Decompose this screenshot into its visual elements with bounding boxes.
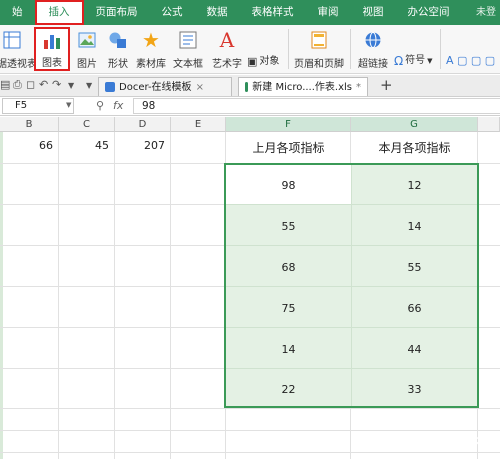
column-header-e[interactable]: E xyxy=(171,117,226,132)
cell-b1[interactable]: 66 xyxy=(0,139,59,152)
ribbon-toolbar: 数据透视表 图表 图片 形状 ★ 素材库 文本框 A 艺术字 ▣ 对象 xyxy=(0,25,500,92)
redo-icon[interactable]: ↷ xyxy=(52,78,61,91)
cell-c1[interactable]: 45 xyxy=(59,139,115,152)
shape-label: 形状 xyxy=(108,59,128,70)
tab-spreadsheet-label: 新建 Micro....作表.xls xyxy=(252,81,352,93)
quick-access-dropdown-icon[interactable]: ▼ xyxy=(68,81,74,90)
zoom-icon[interactable]: ⚲ xyxy=(96,99,104,112)
name-box-dropdown-icon[interactable]: ▼ xyxy=(66,101,71,109)
pivot-table-button[interactable]: 数据透视表 xyxy=(0,27,37,71)
column-header-g[interactable]: G xyxy=(351,117,478,132)
grid-line xyxy=(58,132,59,459)
omega-icon: Ω xyxy=(394,54,404,68)
ribbon-separator xyxy=(350,29,351,69)
menu-review[interactable]: 审阅 xyxy=(306,0,351,25)
material-library-label: 素材库 xyxy=(136,59,166,70)
hyperlink-button[interactable]: 超链接 xyxy=(355,27,391,71)
material-library-button[interactable]: ★ 素材库 xyxy=(136,27,166,71)
tab-spreadsheet[interactable]: 新建 Micro....作表.xls * xyxy=(238,77,368,96)
header-footer-label: 页眉和页脚 xyxy=(294,59,344,70)
document-tab-bar: ▤ ⎙ ◻ ↶ ↷ ▼ ▼ Docer-在线模板 × 新建 Micro....作… xyxy=(0,75,500,97)
cell-name-box[interactable]: F5 xyxy=(2,98,74,114)
grid-line xyxy=(0,452,500,453)
textbox-button[interactable]: 文本框 xyxy=(170,27,206,71)
symbol-button[interactable]: Ω 符号 ▼ xyxy=(394,52,433,70)
pivot-table-icon xyxy=(1,29,23,51)
grid-line xyxy=(0,408,500,409)
menu-page-layout[interactable]: 页面布局 xyxy=(84,0,150,25)
text-format-icon[interactable]: A ▢ ▢ ▢ xyxy=(446,52,495,70)
column-header-c[interactable]: C xyxy=(59,117,115,132)
new-tab-button[interactable]: + xyxy=(380,76,393,94)
column-header-f[interactable]: F xyxy=(226,117,351,132)
chart-icon xyxy=(41,31,63,50)
wordart-button[interactable]: A 艺术字 xyxy=(212,27,242,71)
menu-table-style[interactable]: 表格样式 xyxy=(240,0,306,25)
formula-bar: F5 ▼ ⚲ fx 98 xyxy=(0,97,500,116)
cell-d1[interactable]: 207 xyxy=(115,139,171,152)
column-header-d[interactable]: D xyxy=(115,117,171,132)
grid-line xyxy=(170,132,171,459)
spreadsheet-grid[interactable]: B C D E F G 66 45 207 上月各项指标 本月各项指标 98 1… xyxy=(0,117,500,459)
tab-docer-label: Docer-在线模板 xyxy=(119,81,192,93)
docer-icon xyxy=(105,82,115,92)
row-header-strip xyxy=(0,132,3,459)
watermark-logo-icon xyxy=(423,436,440,449)
textbox-label: 文本框 xyxy=(173,59,203,70)
tab-list-dropdown-icon[interactable]: ▼ xyxy=(86,81,92,90)
header-footer-icon xyxy=(308,29,330,51)
ribbon-separator xyxy=(440,29,441,69)
spreadsheet-icon xyxy=(245,82,249,92)
grid-line xyxy=(114,132,115,459)
menu-office-space[interactable]: 办公空间 xyxy=(396,0,462,25)
shape-button[interactable]: 形状 xyxy=(102,27,134,71)
object-label: 对象 xyxy=(259,56,280,67)
login-status[interactable]: 未登 xyxy=(476,0,496,25)
hyperlink-label: 超链接 xyxy=(358,59,388,70)
wordart-icon: A xyxy=(219,28,235,52)
picture-label: 图片 xyxy=(77,59,97,70)
menu-start[interactable]: 始 xyxy=(0,0,35,25)
chart-button[interactable]: 图表 xyxy=(34,27,70,71)
pivot-table-label: 数据透视表 xyxy=(0,59,37,70)
object-button[interactable]: ▣ 对象 xyxy=(247,53,279,71)
tab-modified-mark: * xyxy=(356,81,361,93)
column-header-h[interactable] xyxy=(478,117,500,132)
menu-view[interactable]: 视图 xyxy=(351,0,396,25)
picture-icon xyxy=(76,29,98,51)
tab-docer-templates[interactable]: Docer-在线模板 × xyxy=(98,77,232,96)
formula-input[interactable]: 98 xyxy=(133,98,500,114)
selection-border xyxy=(224,163,479,408)
symbol-label: 符号 xyxy=(405,55,426,66)
picture-button[interactable]: 图片 xyxy=(74,27,100,71)
header-footer-button[interactable]: 页眉和页脚 xyxy=(292,27,346,71)
textbox-icon xyxy=(177,29,199,51)
globe-icon xyxy=(362,29,384,51)
function-icon[interactable]: fx xyxy=(113,99,123,112)
menu-formula[interactable]: 公式 xyxy=(150,0,195,25)
preview-icon[interactable]: ◻ xyxy=(26,78,35,91)
undo-icon[interactable]: ↶ xyxy=(39,78,48,91)
chart-label: 图表 xyxy=(42,58,62,69)
star-icon: ★ xyxy=(142,28,160,52)
object-icon: ▣ xyxy=(247,55,258,68)
cell-header-last-month[interactable]: 上月各项指标 xyxy=(226,139,351,156)
watermark-text: 神奇下载 xyxy=(443,436,492,450)
watermark: 神奇下载 xyxy=(423,434,492,451)
tab-close-icon[interactable]: × xyxy=(196,79,204,96)
print-icon[interactable]: ⎙ xyxy=(13,78,22,92)
shape-icon xyxy=(107,29,129,51)
wordart-label: 艺术字 xyxy=(212,59,242,70)
ribbon-separator xyxy=(288,29,289,69)
menu-data[interactable]: 数据 xyxy=(195,0,240,25)
grid-line xyxy=(0,430,500,431)
save-icon[interactable]: ▤ xyxy=(0,78,10,91)
menu-insert[interactable]: 插入 xyxy=(34,0,84,25)
menu-bar: 始 插入 页面布局 公式 数据 表格样式 审阅 视图 办公空间 未登 xyxy=(0,0,500,25)
column-header-b[interactable]: B xyxy=(0,117,59,132)
cell-header-this-month[interactable]: 本月各项指标 xyxy=(351,139,478,156)
chevron-down-icon: ▼ xyxy=(427,57,433,65)
